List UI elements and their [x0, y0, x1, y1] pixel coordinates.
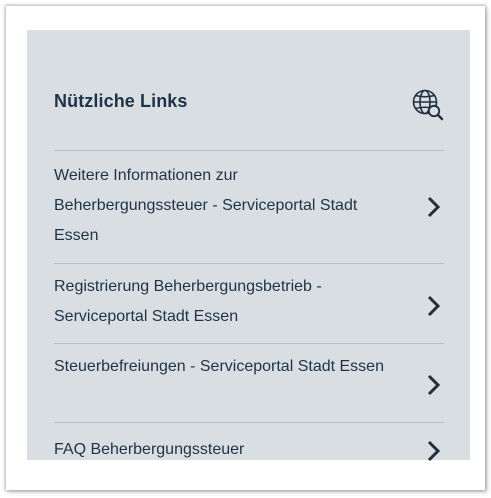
link-label: Weitere Informationen zur Beherbergungss…	[54, 167, 358, 244]
chevron-right-icon[interactable]	[426, 295, 442, 317]
link-label: FAQ Beherbergungssteuer	[54, 441, 245, 458]
link-item-steuerbefreiungen[interactable]: Steuerbefreiungen - Serviceportal Stadt …	[54, 344, 444, 422]
card-title: Nützliche Links	[54, 91, 188, 111]
chevron-right-icon[interactable]	[426, 440, 442, 462]
globe-search-icon	[412, 89, 444, 121]
link-label: Steuerbefreiungen - Serviceportal Stadt …	[54, 358, 384, 375]
links-list: Weitere Informationen zur Beherbergungss…	[54, 150, 444, 483]
link-item-registrierung[interactable]: Registrierung Beherbergungsbetrieb - Ser…	[54, 264, 444, 343]
link-item-faq[interactable]: FAQ Beherbergungssteuer	[54, 423, 444, 483]
chevron-right-icon[interactable]	[426, 196, 442, 218]
link-label: Registrierung Beherbergungsbetrieb - Ser…	[54, 278, 322, 325]
useful-links-card: Nützliche Links Weitere Informationen zu…	[27, 30, 470, 462]
link-item-beherbergungssteuer-info[interactable]: Weitere Informationen zur Beherbergungss…	[54, 151, 444, 263]
card-header: Nützliche Links	[54, 85, 444, 123]
chevron-right-icon[interactable]	[426, 374, 442, 396]
